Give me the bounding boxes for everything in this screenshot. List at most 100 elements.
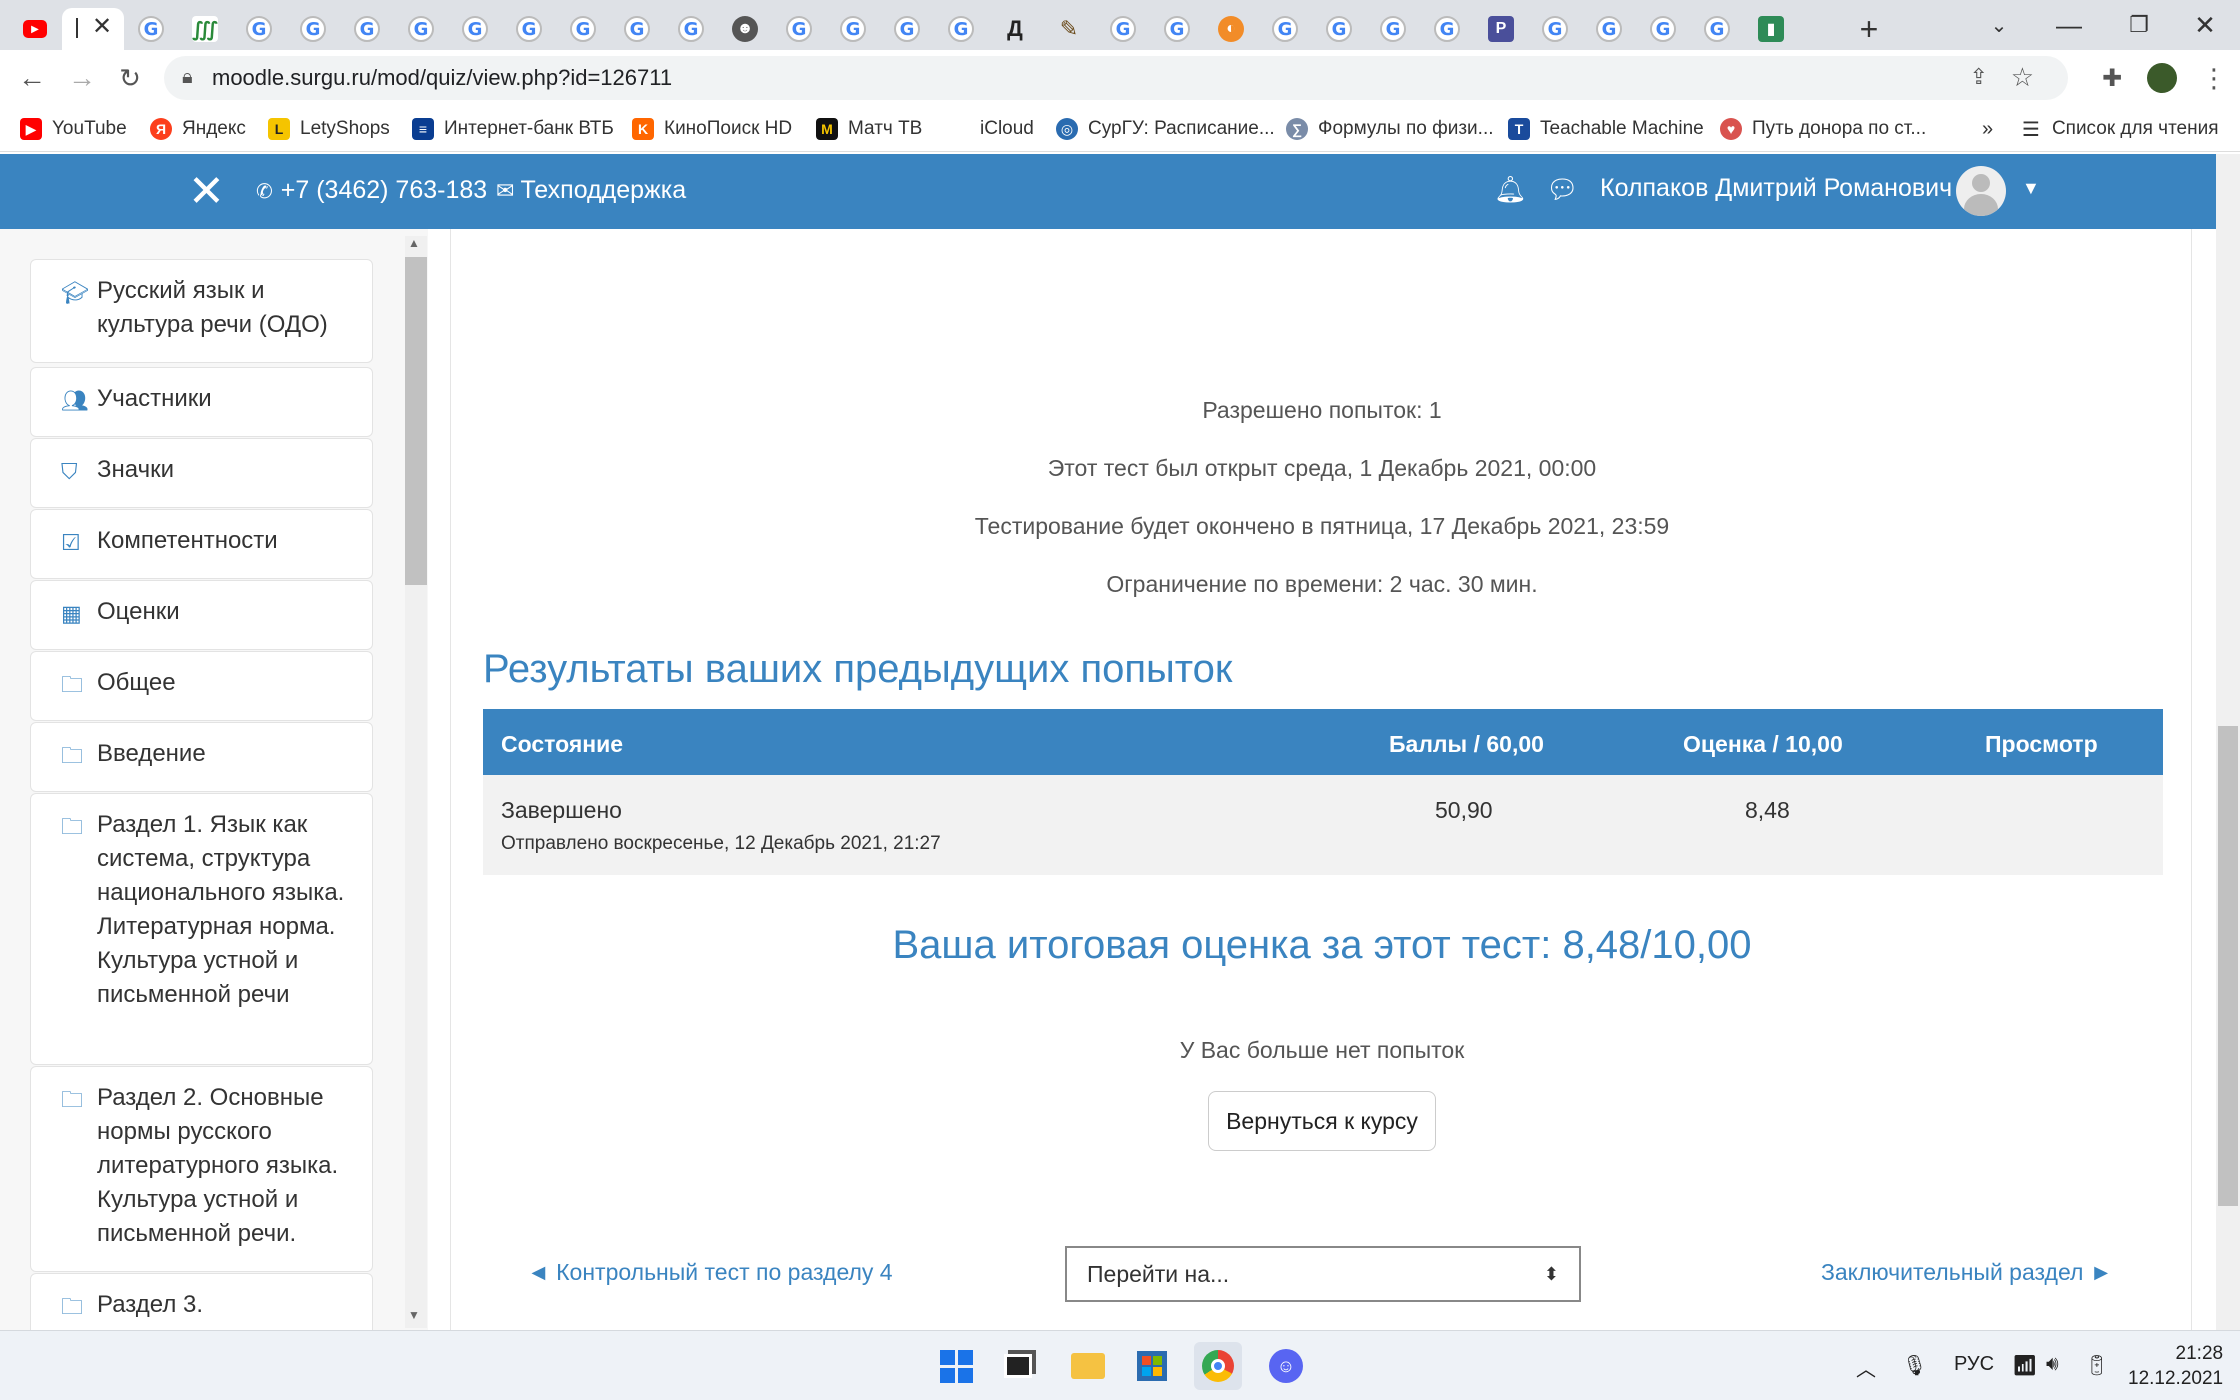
reading-list-button[interactable]: ☰ Список для чтения	[2022, 114, 2219, 144]
tab-search-button[interactable]: ⌄	[1964, 0, 2034, 50]
bookmark-star-icon[interactable]: ☆	[2011, 62, 2034, 93]
microphone-icon[interactable]: 🎙︎	[1902, 1353, 1927, 1378]
sidebar-item-section-3[interactable]: 🗀 Раздел 3.	[30, 1273, 373, 1330]
bell-icon[interactable]: 🔔︎	[1494, 174, 1527, 205]
bookmark-item[interactable]: ▶ YouTube	[20, 114, 127, 144]
tab-book[interactable]: ▮	[1744, 8, 1798, 50]
tab-google[interactable]: G	[394, 8, 448, 50]
bookmark-item[interactable]: K КиноПоиск HD	[632, 114, 792, 144]
share-icon[interactable]: ⇪	[1970, 64, 1988, 90]
tab-google[interactable]: G	[1636, 8, 1690, 50]
bookmark-item[interactable]: ♥ Путь донора по ст...	[1720, 114, 1926, 144]
bookmark-item[interactable]: ◎ СурГУ: Расписание...	[1056, 114, 1275, 144]
tab-orange[interactable]: ◐	[1204, 8, 1258, 50]
tray-overflow-icon[interactable]: ︿	[1856, 1353, 1876, 1382]
tab-google[interactable]: G	[556, 8, 610, 50]
user-avatar[interactable]	[1956, 166, 2006, 216]
tab-youtube[interactable]: ▶	[8, 8, 62, 50]
sidebar-item-badges[interactable]: ⛉ Значки	[30, 438, 373, 508]
tab-google[interactable]: G	[1258, 8, 1312, 50]
scroll-down-arrow-icon[interactable]: ▼	[408, 1308, 420, 1322]
tab-google[interactable]: G	[340, 8, 394, 50]
close-window-button[interactable]: ✕	[2170, 0, 2240, 50]
tab-google[interactable]: G	[502, 8, 556, 50]
bookmark-item[interactable]: ∑ Формулы по физи...	[1286, 114, 1494, 144]
tab-google[interactable]: G	[1528, 8, 1582, 50]
sidebar-item-competencies[interactable]: ☑ Компетентности	[30, 509, 373, 579]
sidebar-item-general[interactable]: 🗀 Общее	[30, 651, 373, 721]
back-button[interactable]: ←	[14, 60, 50, 96]
next-activity-link[interactable]: Заключительный раздел ►	[1821, 1259, 2113, 1286]
start-button[interactable]	[932, 1342, 980, 1390]
bookmark-item[interactable]: ≡ Интернет-банк ВТБ	[412, 114, 614, 144]
language-indicator[interactable]: РУС	[1954, 1353, 1994, 1376]
file-explorer-button[interactable]	[1064, 1342, 1112, 1390]
tab-google[interactable]: G	[124, 8, 178, 50]
tab-dictionary[interactable]: Д	[988, 8, 1042, 50]
tab-google[interactable]: G	[1366, 8, 1420, 50]
tab-google[interactable]: G	[1096, 8, 1150, 50]
restore-button[interactable]: ❐	[2104, 0, 2174, 50]
sidebar-item-course[interactable]: 🎓︎ Русский язык и культура речи (ОДО)	[30, 259, 373, 363]
prev-activity-link[interactable]: ◄ Контрольный тест по разделу 4	[527, 1259, 893, 1286]
phone-link[interactable]: ✆ +7 (3462) 763-183	[256, 176, 487, 205]
close-drawer-icon[interactable]: ✕	[188, 170, 225, 214]
tab-google[interactable]: G	[1690, 8, 1744, 50]
chat-icon[interactable]: 💬︎	[1546, 174, 1579, 205]
tab-google[interactable]: G	[448, 8, 502, 50]
bookmark-item[interactable]: M Матч ТВ	[816, 114, 922, 144]
system-clock[interactable]: 21:28 12.12.2021	[2128, 1341, 2223, 1391]
sidebar-item-grades[interactable]: ▦ Оценки	[30, 580, 373, 650]
bookmark-item[interactable]: Я Яндекс	[150, 114, 246, 144]
tab-google[interactable]: G	[826, 8, 880, 50]
tab-pen[interactable]: ✎	[1042, 8, 1096, 50]
tab-p[interactable]: P	[1474, 8, 1528, 50]
tab-google[interactable]: G	[286, 8, 340, 50]
new-tab-button[interactable]: +	[1842, 8, 1896, 50]
tab-google[interactable]: G	[610, 8, 664, 50]
tab-google[interactable]: G	[1312, 8, 1366, 50]
chrome-button[interactable]	[1194, 1342, 1242, 1390]
tab-google[interactable]: G	[1420, 8, 1474, 50]
scroll-up-arrow-icon[interactable]: ▲	[408, 236, 420, 250]
tab-avatar-site[interactable]: ☻	[718, 8, 772, 50]
store-button[interactable]	[1128, 1342, 1176, 1390]
extensions-icon[interactable]: ✚	[2094, 60, 2130, 96]
volume-icon[interactable]: 🔊︎	[2046, 1353, 2059, 1376]
wifi-icon[interactable]: 📶︎	[2012, 1353, 2037, 1378]
sidebar-scrollbar-thumb[interactable]	[405, 257, 427, 585]
tab-google[interactable]: G	[1150, 8, 1204, 50]
sidebar-item-section-1[interactable]: 🗀 Раздел 1. Язык как система, структура н…	[30, 793, 373, 1065]
tab-google[interactable]: G	[772, 8, 826, 50]
battery-icon[interactable]: 🔋︎	[2084, 1353, 2109, 1378]
reload-button[interactable]: ↻	[112, 60, 148, 96]
user-name[interactable]: Колпаков Дмитрий Романович	[1600, 174, 1952, 203]
address-bar[interactable]: 🔒︎ moodle.surgu.ru/mod/quiz/view.php?id=…	[164, 56, 2068, 100]
minimize-button[interactable]: —	[2034, 0, 2104, 50]
tab-google[interactable]: G	[1582, 8, 1636, 50]
sidebar-item-participants[interactable]: 👥︎ Участники	[30, 367, 373, 437]
profile-avatar[interactable]	[2144, 60, 2180, 96]
bookmark-item[interactable]: T Teachable Machine	[1508, 114, 1704, 144]
back-to-course-button[interactable]: Вернуться к курсу	[1208, 1091, 1436, 1151]
support-link[interactable]: ✉ Техподдержка	[496, 176, 686, 205]
tab-google[interactable]: G	[664, 8, 718, 50]
bookmarks-overflow-button[interactable]: »	[1982, 114, 1993, 144]
sidebar-item-section-2[interactable]: 🗀 Раздел 2. Основные нормы русского литер…	[30, 1066, 373, 1272]
discord-button[interactable]: ☺	[1262, 1342, 1310, 1390]
jump-to-select[interactable]: Перейти на... ⬍	[1065, 1246, 1581, 1302]
tab-grain[interactable]: ∭	[178, 8, 232, 50]
bookmark-item[interactable]: L LetyShops	[268, 114, 390, 144]
close-tab-icon[interactable]: ✕	[92, 12, 112, 41]
tab-google[interactable]: G	[880, 8, 934, 50]
bookmark-item[interactable]: iCloud	[948, 114, 1034, 144]
tab-google[interactable]: G	[232, 8, 286, 50]
menu-dots-icon[interactable]: ⋮	[2196, 60, 2232, 96]
sidebar-item-intro[interactable]: 🗀 Введение	[30, 722, 373, 792]
tab-google[interactable]: G	[934, 8, 988, 50]
tab-active-moodle[interactable]: ✕	[62, 8, 124, 50]
user-menu-caret-icon[interactable]: ▼	[2022, 178, 2040, 199]
page-scrollbar-thumb[interactable]	[2218, 726, 2238, 1206]
task-view-button[interactable]	[994, 1342, 1042, 1390]
forward-button[interactable]: →	[64, 60, 100, 96]
